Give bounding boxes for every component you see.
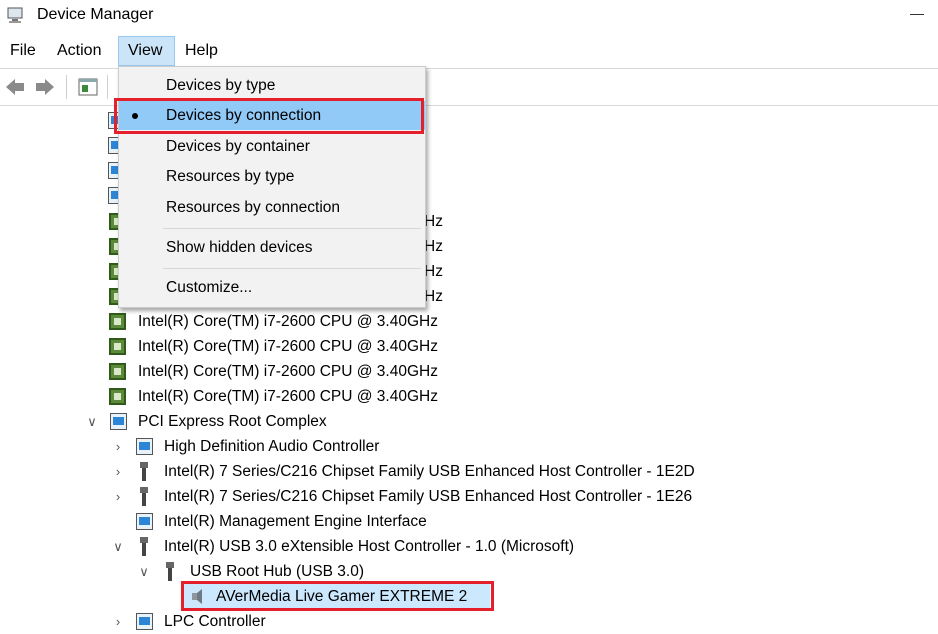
menu-item-label: Customize... — [166, 279, 253, 296]
row-label: Intel(R) Core(TM) i7-2600 CPU @ 3.40GHz — [138, 388, 438, 405]
tree-row-audio[interactable]: › High Definition Audio Controller — [112, 434, 412, 459]
menu-item-customize[interactable]: Customize... — [119, 273, 425, 302]
chevron-right-icon[interactable]: › — [112, 459, 124, 484]
menu-item-devices-by-connection[interactable]: Devices by connection — [119, 101, 425, 130]
minimize-button[interactable] — [910, 14, 924, 15]
radio-bullet-icon — [132, 113, 138, 119]
system-device-icon — [136, 513, 153, 530]
toolbar-separator — [66, 75, 67, 99]
tree-row-cpu[interactable]: Intel(R) Core(TM) i7-2600 CPU @ 3.40GHz — [108, 384, 448, 409]
menu-item-label: Resources by type — [166, 168, 295, 185]
row-label: Intel(R) Core(TM) i7-2600 CPU @ 3.40GHz — [138, 338, 438, 355]
row-label: Intel(R) USB 3.0 eXtensible Host Control… — [164, 538, 575, 555]
menu-bar: File Action View Help — [0, 36, 938, 66]
tree-row-lpc[interactable]: › LPC Controller — [112, 609, 312, 634]
chevron-right-icon[interactable]: › — [112, 609, 124, 634]
cpu-icon — [109, 363, 126, 380]
back-arrow-icon[interactable] — [4, 76, 26, 98]
row-label: Intel(R) Management Engine Interface — [164, 513, 427, 530]
tree-row-usb-root-hub[interactable]: ∨ USB Root Hub (USB 3.0) — [138, 559, 378, 584]
menu-view[interactable]: View — [118, 36, 175, 66]
row-label-suffix: Hz — [424, 288, 443, 305]
tree-row-usb-ehci-1e2d[interactable]: › Intel(R) 7 Series/C216 Chipset Family … — [112, 459, 712, 484]
view-dropdown-menu: Devices by type Devices by connection De… — [118, 66, 426, 308]
menu-item-label: Devices by connection — [166, 107, 322, 124]
tree-row-cpu[interactable]: Intel(R) Core(TM) i7-2600 CPU @ 3.40GHz — [108, 359, 448, 384]
chevron-down-icon[interactable]: ∨ — [112, 534, 124, 559]
title-bar: Device Manager — [0, 0, 938, 32]
row-label: PCI Express Root Complex — [138, 413, 327, 430]
usb-icon — [140, 537, 148, 556]
chevron-right-icon[interactable]: › — [112, 484, 124, 509]
row-label: Intel(R) Core(TM) i7-2600 CPU @ 3.40GHz — [138, 313, 438, 330]
usb-icon — [140, 487, 148, 506]
cpu-icon — [109, 338, 126, 355]
chevron-right-icon[interactable]: › — [112, 434, 124, 459]
row-label-suffix: Hz — [424, 213, 443, 230]
menu-item-devices-by-container[interactable]: Devices by container — [119, 132, 425, 161]
pci-bus-icon — [110, 413, 127, 430]
row-label: Intel(R) 7 Series/C216 Chipset Family US… — [164, 488, 693, 505]
tree-row-mei[interactable]: Intel(R) Management Engine Interface — [112, 509, 452, 534]
row-label: Intel(R) 7 Series/C216 Chipset Family US… — [164, 463, 695, 480]
cpu-icon — [109, 388, 126, 405]
tree-row-usb-xhci[interactable]: ∨ Intel(R) USB 3.0 eXtensible Host Contr… — [112, 534, 602, 559]
forward-arrow-icon[interactable] — [34, 76, 56, 98]
system-device-icon — [136, 613, 153, 630]
row-label: AVerMedia Live Gamer EXTREME 2 — [216, 588, 468, 605]
tree-row-avermedia[interactable]: AVerMedia Live Gamer EXTREME 2 — [184, 584, 490, 609]
tree-row-pci-root[interactable]: ∨ PCI Express Root Complex — [86, 409, 346, 434]
chevron-down-icon[interactable]: ∨ — [86, 409, 98, 434]
menu-item-label: Show hidden devices — [166, 239, 313, 256]
row-label-suffix: Hz — [424, 238, 443, 255]
usb-icon — [166, 562, 174, 581]
menu-item-label: Devices by container — [166, 138, 310, 155]
audio-controller-icon — [136, 438, 153, 455]
tree-row-cpu[interactable]: Intel(R) Core(TM) i7-2600 CPU @ 3.40GHz — [108, 334, 448, 359]
row-label: High Definition Audio Controller — [164, 438, 380, 455]
menu-file[interactable]: File — [1, 36, 45, 66]
row-label: Intel(R) Core(TM) i7-2600 CPU @ 3.40GHz — [138, 363, 438, 380]
toolbar-separator — [107, 75, 108, 99]
menu-item-resources-by-type[interactable]: Resources by type — [119, 162, 425, 191]
menu-item-label: Resources by connection — [166, 199, 341, 216]
menu-item-show-hidden-devices[interactable]: Show hidden devices — [119, 233, 425, 262]
tree-row-usb-ehci-1e26[interactable]: › Intel(R) 7 Series/C216 Chipset Family … — [112, 484, 712, 509]
menu-separator — [163, 268, 421, 269]
menu-item-resources-by-connection[interactable]: Resources by connection — [119, 193, 425, 222]
window-title: Device Manager — [37, 6, 154, 23]
row-label: LPC Controller — [164, 613, 266, 630]
menu-item-devices-by-type[interactable]: Devices by type — [119, 71, 425, 100]
chevron-down-icon[interactable]: ∨ — [138, 559, 150, 584]
usb-icon — [140, 462, 148, 481]
menu-separator — [163, 228, 421, 229]
device-manager-icon — [7, 7, 23, 23]
tree-row-cpu[interactable]: Intel(R) Core(TM) i7-2600 CPU @ 3.40GHz — [108, 309, 448, 334]
row-label: USB Root Hub (USB 3.0) — [190, 563, 365, 580]
cpu-icon — [109, 313, 126, 330]
menu-help[interactable]: Help — [176, 36, 227, 66]
speaker-icon — [192, 589, 202, 604]
menu-item-label: Devices by type — [166, 77, 276, 94]
row-label-suffix: Hz — [424, 263, 443, 280]
menu-action[interactable]: Action — [48, 36, 110, 66]
properties-icon[interactable] — [77, 76, 99, 98]
